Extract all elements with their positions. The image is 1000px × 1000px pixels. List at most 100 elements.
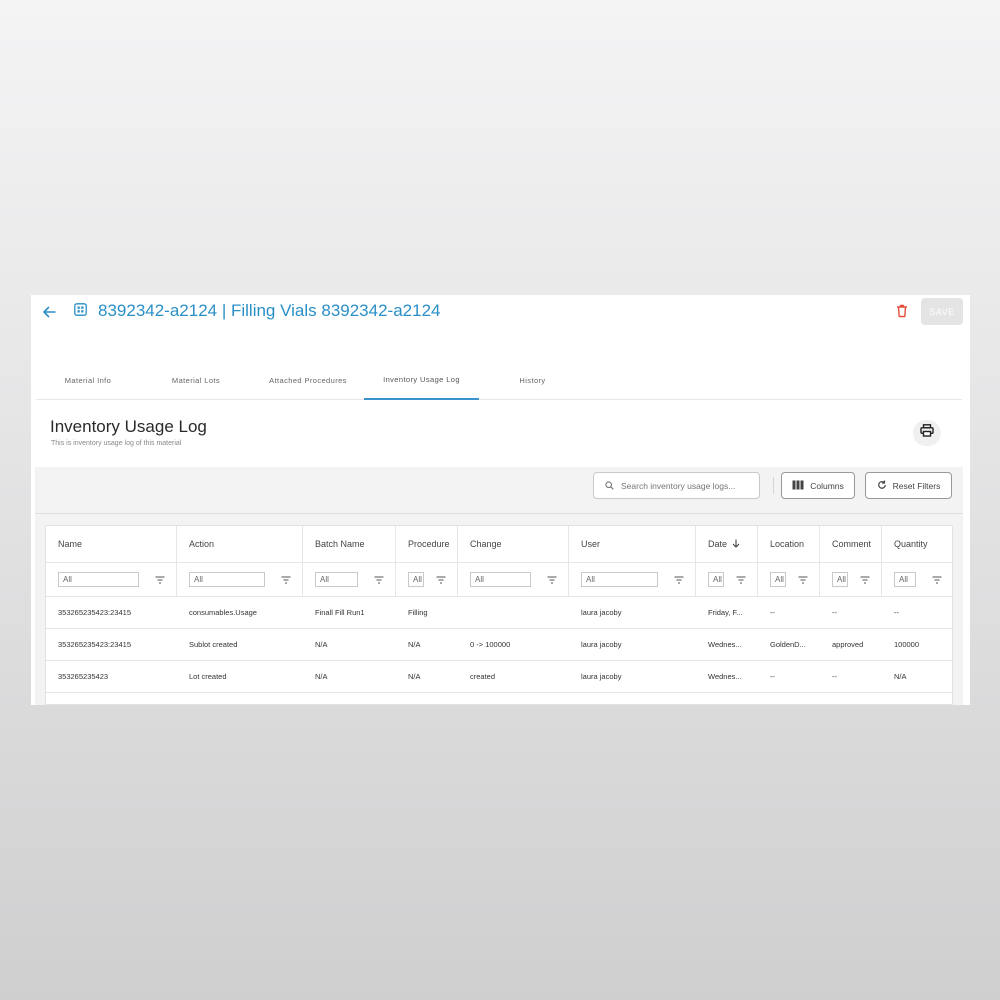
column-header-label: Quantity — [894, 539, 928, 549]
printer-icon — [920, 424, 934, 442]
column-header-label: Location — [770, 539, 805, 549]
cell-batch-name: N/A — [315, 640, 328, 649]
section-header: Inventory Usage Log This is inventory us… — [35, 401, 963, 467]
reset-filters-button[interactable]: Reset Filters — [865, 472, 952, 499]
delete-icon[interactable] — [896, 304, 908, 318]
filter-input-user[interactable] — [581, 572, 658, 587]
filter-icon[interactable] — [281, 563, 291, 596]
column-header-procedure-title[interactable]: Procedure Title — [396, 526, 458, 562]
print-button[interactable] — [913, 420, 941, 446]
columns-button[interactable]: Columns — [781, 472, 855, 499]
cell-location: -- — [770, 672, 775, 681]
save-button[interactable]: SAVE — [921, 298, 963, 325]
filter-cell-action — [177, 563, 303, 596]
filter-icon[interactable] — [860, 563, 870, 596]
filter-input-name[interactable] — [58, 572, 139, 587]
filter-input-procedure-title[interactable] — [408, 572, 424, 587]
column-header-label: User — [581, 539, 601, 549]
page-header: 8392342-a2124 | Filling Vials 8392342-a2… — [31, 295, 970, 355]
tab-history[interactable]: History — [479, 361, 586, 400]
filter-cell-name — [46, 563, 177, 596]
filter-input-location[interactable] — [770, 572, 786, 587]
cell-quantity: 100000 — [894, 640, 920, 649]
tab-material-info[interactable]: Material Info — [36, 361, 140, 400]
table-row[interactable]: 353265235423 Lot created N/A N/A created laur… — [46, 661, 952, 693]
usage-log-table: Name Action Batch Name Procedure Title Chang… — [45, 525, 953, 705]
column-header-name[interactable]: Name — [46, 526, 177, 562]
cell-name: 353265235423 — [58, 672, 109, 681]
filter-input-action[interactable] — [189, 572, 265, 587]
column-header-label: Batch Name — [315, 539, 365, 549]
filter-icon[interactable] — [932, 563, 942, 596]
column-header-label: Date — [708, 539, 728, 549]
filter-icon[interactable] — [736, 563, 746, 596]
filter-input-quantity[interactable] — [894, 572, 916, 587]
column-header-batch-name[interactable]: Batch Name — [303, 526, 396, 562]
column-header-label: Comment — [832, 539, 872, 549]
reset-filters-label: Reset Filters — [892, 480, 941, 491]
filter-icon[interactable] — [436, 563, 446, 596]
column-header-action[interactable]: Action — [177, 526, 303, 562]
column-header-label: Name — [58, 539, 83, 549]
cell-date: Wednes... — [708, 640, 742, 649]
cell-location: -- — [770, 608, 775, 617]
column-header-label: Change — [470, 539, 502, 549]
cell-action: Lot created — [189, 672, 227, 681]
search-input[interactable] — [621, 480, 751, 491]
filter-icon[interactable] — [547, 563, 557, 596]
cell-quantity: -- — [894, 608, 899, 617]
tab-material-lots[interactable]: Material Lots — [140, 361, 252, 400]
filter-input-batch-name[interactable] — [315, 572, 358, 587]
cell-name: 353265235423:23415 — [58, 608, 131, 617]
cell-comment: -- — [832, 608, 837, 617]
filter-cell-batch-name — [303, 563, 396, 596]
section-title: Inventory Usage Log — [50, 417, 207, 436]
columns-label: Columns — [810, 480, 844, 491]
cell-action: consumables.Usage — [189, 608, 257, 617]
table-filter-row — [46, 563, 952, 597]
cell-procedure-title: N/A — [408, 672, 421, 681]
cell-change: 0 -> 100000 — [470, 640, 511, 649]
cell-location: GoldenD... — [770, 640, 806, 649]
filter-cell-location — [758, 563, 820, 596]
back-arrow-icon[interactable] — [41, 304, 57, 320]
column-header-date[interactable]: Date — [696, 526, 758, 562]
filter-icon[interactable] — [674, 563, 684, 596]
column-header-label: Action — [189, 539, 215, 549]
filter-cell-change — [458, 563, 569, 596]
column-header-comment[interactable]: Comment — [820, 526, 882, 562]
sort-down-arrow-icon[interactable] — [732, 539, 740, 550]
column-header-location[interactable]: Location — [758, 526, 820, 562]
tab-attached-procedures[interactable]: Attached Procedures — [252, 361, 364, 400]
search-box[interactable] — [593, 472, 760, 499]
filter-cell-comment — [820, 563, 882, 596]
filter-icon[interactable] — [798, 563, 808, 596]
cell-user: laura jacoby — [581, 640, 622, 649]
filter-cell-user — [569, 563, 696, 596]
filter-icon[interactable] — [155, 563, 165, 596]
cell-change: created — [470, 672, 496, 681]
cell-user: laura jacoby — [581, 672, 622, 681]
filter-input-change[interactable] — [470, 572, 531, 587]
column-header-quantity[interactable]: Quantity — [882, 526, 952, 562]
column-header-change[interactable]: Change — [458, 526, 569, 562]
cell-action: Sublot created — [189, 640, 238, 649]
cell-procedure-title: Filling — [408, 608, 428, 617]
cell-comment: approved — [832, 640, 864, 649]
columns-icon — [792, 480, 804, 492]
tab-inventory-usage-log[interactable]: Inventory Usage Log — [364, 361, 479, 400]
table-row[interactable]: 353265235423:23415 consumables.Usage Final… — [46, 597, 952, 629]
cell-date: Wednes... — [708, 672, 742, 681]
usage-log-section: Inventory Usage Log This is inventory us… — [35, 401, 963, 705]
cell-name: 353265235423:23415 — [58, 640, 131, 649]
column-header-user[interactable]: User — [569, 526, 696, 562]
column-header-label: Procedure Title — [408, 539, 452, 549]
filter-cell-date — [696, 563, 758, 596]
filter-icon[interactable] — [374, 563, 384, 596]
table-row[interactable]: 353265235423:23415 Sublot created N/A N/A 0 … — [46, 629, 952, 661]
filter-input-comment[interactable] — [832, 572, 848, 587]
filter-input-date[interactable] — [708, 572, 724, 587]
refresh-icon — [877, 480, 887, 492]
cell-procedure-title: N/A — [408, 640, 421, 649]
toolbar-separator — [35, 513, 963, 514]
